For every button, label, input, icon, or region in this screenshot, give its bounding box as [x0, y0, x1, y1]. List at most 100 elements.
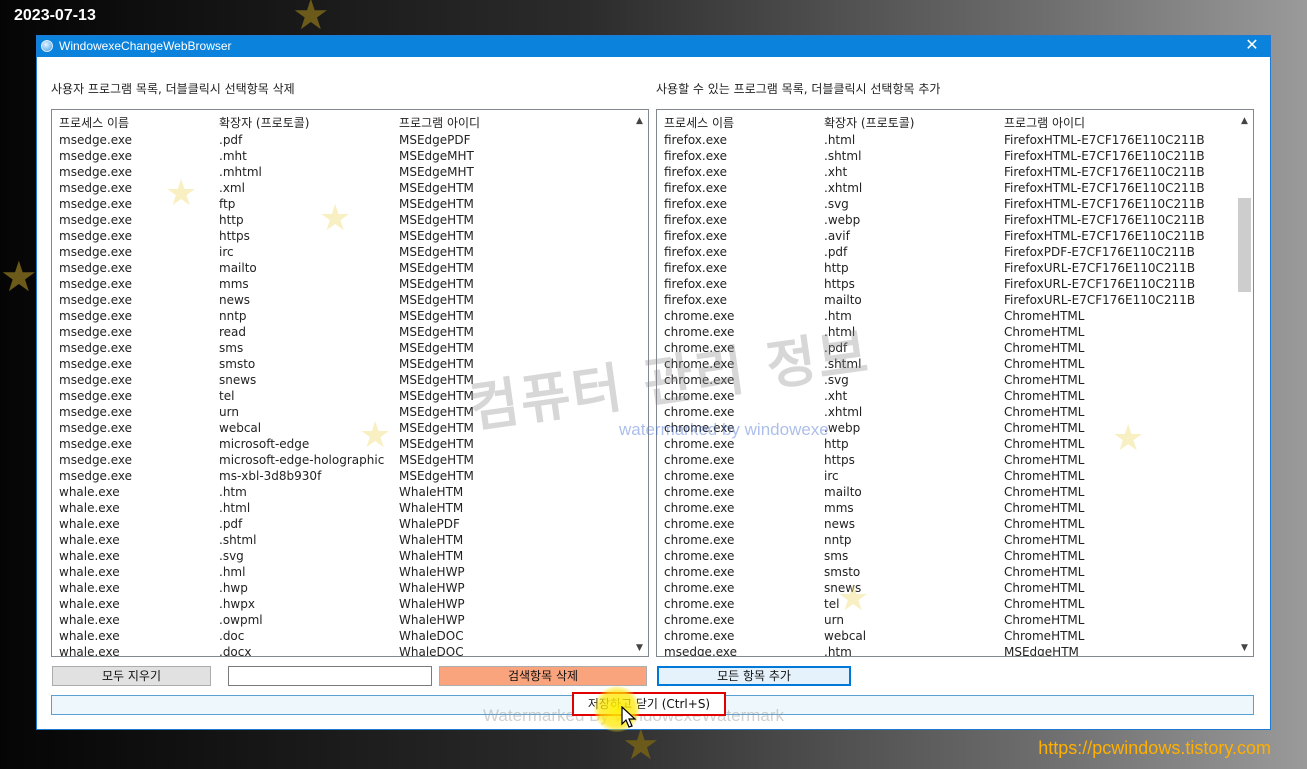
list-row[interactable]: firefox.exe https FirefoxURL-E7CF176E110C2… — [657, 276, 1236, 292]
process-name-cell: msedge.exe — [59, 373, 133, 387]
list-row[interactable]: whale.exe .docx WhaleDOC — [52, 644, 631, 657]
list-row[interactable]: firefox.exe .xht FirefoxHTML-E7CF176E110C2… — [657, 164, 1236, 180]
process-name-cell: chrome.exe — [664, 533, 735, 547]
list-row[interactable]: whale.exe .doc WhaleDOC — [52, 628, 631, 644]
extension-cell: sms — [219, 341, 244, 355]
list-row[interactable]: chrome.exe .xhtml ChromeHTML — [657, 404, 1236, 420]
list-row[interactable]: whale.exe .owpml WhaleHWP — [52, 612, 631, 628]
list-row[interactable]: msedge.exe .htm MSEdgeHTM — [657, 644, 1236, 656]
extension-cell: microsoft-edge — [219, 437, 310, 451]
title-bar[interactable]: WindowexeChangeWebBrowser ✕ — [37, 36, 1270, 57]
list-row[interactable]: chrome.exe snews ChromeHTML — [657, 580, 1236, 596]
list-row[interactable]: whale.exe .hwp WhaleHWP — [52, 580, 631, 596]
process-name-cell: msedge.exe — [59, 133, 133, 147]
list-row[interactable]: whale.exe .hwpx WhaleHWP — [52, 596, 631, 612]
program-id-cell: MSEdgeHTM — [399, 261, 474, 275]
list-row[interactable]: chrome.exe webcal ChromeHTML — [657, 628, 1236, 644]
list-row[interactable]: chrome.exe tel ChromeHTML — [657, 596, 1236, 612]
list-row[interactable]: msedge.exe .xml MSEdgeHTM — [52, 180, 631, 196]
list-row[interactable]: msedge.exe .pdf MSEdgePDF — [52, 132, 631, 148]
list-row[interactable]: msedge.exe .mhtml MSEdgeMHT — [52, 164, 631, 180]
column-header-program-id[interactable]: 프로그램 아이디 — [399, 114, 480, 131]
extension-cell: .owpml — [219, 613, 263, 627]
program-id-cell: WhaleDOC — [399, 645, 464, 657]
list-row[interactable]: firefox.exe http FirefoxURL-E7CF176E110C21… — [657, 260, 1236, 276]
program-id-cell: MSEdgeHTM — [399, 309, 474, 323]
process-name-cell: msedge.exe — [59, 261, 133, 275]
list-row[interactable]: msedge.exe news MSEdgeHTM — [52, 292, 631, 308]
process-name-cell: msedge.exe — [59, 293, 133, 307]
list-row[interactable]: whale.exe .shtml WhaleHTM — [52, 532, 631, 548]
list-row[interactable]: msedge.exe read MSEdgeHTM — [52, 324, 631, 340]
column-header-extension[interactable]: 확장자 (프로토콜) — [219, 114, 309, 131]
column-header-process[interactable]: 프로세스 이름 — [664, 114, 734, 131]
scroll-down-icon[interactable]: ▼ — [631, 640, 648, 656]
scroll-up-icon[interactable]: ▲ — [631, 113, 648, 129]
clear-all-button[interactable]: 모두 지우기 — [52, 666, 211, 686]
extension-cell: http — [824, 261, 849, 275]
process-name-cell: chrome.exe — [664, 485, 735, 499]
close-button[interactable]: ✕ — [1244, 37, 1260, 55]
list-row[interactable]: chrome.exe nntp ChromeHTML — [657, 532, 1236, 548]
list-row[interactable]: chrome.exe mailto ChromeHTML — [657, 484, 1236, 500]
list-row[interactable]: msedge.exe mms MSEdgeHTM — [52, 276, 631, 292]
scroll-up-icon[interactable]: ▲ — [1236, 113, 1253, 129]
extension-cell: ms-xbl-3d8b930f — [219, 469, 322, 483]
window-title: WindowexeChangeWebBrowser — [59, 39, 232, 53]
extension-cell: .html — [824, 133, 856, 147]
add-all-button[interactable]: 모든 항목 추가 — [657, 666, 851, 686]
list-row[interactable]: chrome.exe sms ChromeHTML — [657, 548, 1236, 564]
watermark-sub: watermarked by windowexe — [619, 420, 829, 439]
list-row[interactable]: whale.exe .pdf WhalePDF — [52, 516, 631, 532]
search-input[interactable] — [228, 666, 432, 686]
list-row[interactable]: msedge.exe mailto MSEdgeHTM — [52, 260, 631, 276]
list-row[interactable]: firefox.exe .shtml FirefoxHTML-E7CF176E110… — [657, 148, 1236, 164]
list-row[interactable]: firefox.exe mailto FirefoxURL-E7CF176E110C… — [657, 292, 1236, 308]
scrollbar-thumb[interactable] — [1238, 198, 1251, 292]
extension-cell: .doc — [219, 629, 245, 643]
column-header-program-id[interactable]: 프로그램 아이디 — [1004, 114, 1085, 131]
list-row[interactable]: whale.exe .htm WhaleHTM — [52, 484, 631, 500]
process-name-cell: msedge.exe — [59, 181, 133, 195]
list-row[interactable]: msedge.exe nntp MSEdgeHTM — [52, 308, 631, 324]
list-row[interactable]: chrome.exe mms ChromeHTML — [657, 500, 1236, 516]
vertical-scrollbar[interactable]: ▲ ▼ — [1236, 110, 1253, 656]
process-name-cell: msedge.exe — [59, 437, 133, 451]
list-row[interactable]: msedge.exe ms-xbl-3d8b930f MSEdgeHTM — [52, 468, 631, 484]
extension-cell: .xhtml — [824, 181, 863, 195]
list-row[interactable]: whale.exe .svg WhaleHTM — [52, 548, 631, 564]
program-id-cell: MSEdgeHTM — [399, 197, 474, 211]
program-id-cell: MSEdgeMHT — [399, 149, 474, 163]
list-row[interactable]: msedge.exe irc MSEdgeHTM — [52, 244, 631, 260]
program-id-cell: ChromeHTML — [1004, 549, 1085, 563]
list-row[interactable]: firefox.exe .html FirefoxHTML-E7CF176E110C… — [657, 132, 1236, 148]
list-row[interactable]: firefox.exe .webp FirefoxHTML-E7CF176E110C… — [657, 212, 1236, 228]
process-name-cell: whale.exe — [59, 549, 120, 563]
list-row[interactable]: chrome.exe news ChromeHTML — [657, 516, 1236, 532]
list-row[interactable]: chrome.exe irc ChromeHTML — [657, 468, 1236, 484]
extension-cell: urn — [219, 405, 239, 419]
list-row[interactable]: chrome.exe urn ChromeHTML — [657, 612, 1236, 628]
list-row[interactable]: firefox.exe .xhtml FirefoxHTML-E7CF176E110… — [657, 180, 1236, 196]
list-row[interactable]: msedge.exe microsoft-edge-holographic MSEd… — [52, 452, 631, 468]
extension-cell: https — [219, 229, 250, 243]
list-row[interactable]: firefox.exe .svg FirefoxHTML-E7CF176E110C2… — [657, 196, 1236, 212]
list-row[interactable]: msedge.exe .mht MSEdgeMHT — [52, 148, 631, 164]
column-header-extension[interactable]: 확장자 (프로토콜) — [824, 114, 914, 131]
list-row[interactable]: firefox.exe .avif FirefoxHTML-E7CF176E110C… — [657, 228, 1236, 244]
list-row[interactable]: chrome.exe .htm ChromeHTML — [657, 308, 1236, 324]
list-row[interactable]: whale.exe .hml WhaleHWP — [52, 564, 631, 580]
scroll-down-icon[interactable]: ▼ — [1236, 640, 1253, 656]
list-row[interactable]: msedge.exe microsoft-edge MSEdgeHTM — [52, 436, 631, 452]
column-header-process[interactable]: 프로세스 이름 — [59, 114, 129, 131]
list-row[interactable]: chrome.exe https ChromeHTML — [657, 452, 1236, 468]
program-id-cell: MSEdgeHTM — [399, 213, 474, 227]
program-id-cell: FirefoxHTML-E7CF176E110C211B — [1004, 149, 1205, 163]
process-name-cell: msedge.exe — [59, 165, 133, 179]
delete-search-button[interactable]: 검색항목 삭제 — [439, 666, 647, 686]
list-row[interactable]: whale.exe .html WhaleHTM — [52, 500, 631, 516]
list-row[interactable]: firefox.exe .pdf FirefoxPDF-E7CF176E110C21… — [657, 244, 1236, 260]
process-name-cell: whale.exe — [59, 533, 120, 547]
program-id-cell: MSEdgeHTM — [399, 469, 474, 483]
list-row[interactable]: chrome.exe smsto ChromeHTML — [657, 564, 1236, 580]
